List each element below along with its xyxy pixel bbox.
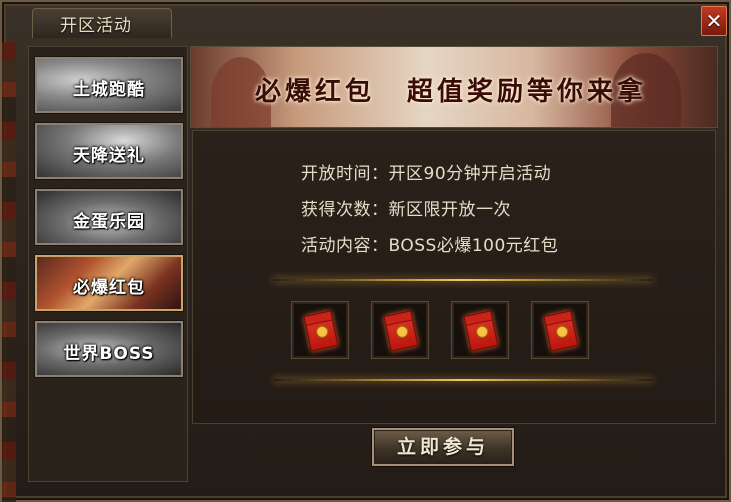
reward-slot[interactable]	[291, 301, 349, 359]
close-button[interactable]: ✕	[701, 6, 727, 36]
sidebar-item-red-packet[interactable]: 必爆红包	[35, 255, 183, 311]
info-content: 活动内容：BOSS必爆100元红包	[301, 231, 558, 256]
info-key: 获得次数：	[301, 200, 389, 220]
banner-headline: 必爆红包	[255, 77, 376, 107]
red-envelope-icon	[303, 310, 339, 352]
info-value: 新区限开放一次	[388, 200, 511, 220]
info-key: 开放时间：	[301, 164, 389, 184]
red-envelope-icon	[463, 310, 499, 352]
red-envelope-icon	[383, 310, 419, 352]
reward-slot[interactable]	[371, 301, 429, 359]
info-value: BOSS必爆100元红包	[388, 236, 559, 256]
activity-sidebar: 土城跑酷 天降送礼 金蛋乐园 必爆红包 世界BOSS	[28, 46, 188, 482]
info-panel: 开放时间：开区90分钟开启活动 获得次数：新区限开放一次 活动内容：BOSS必爆…	[192, 130, 716, 424]
info-value: 开区90分钟开启活动	[388, 164, 552, 184]
join-button[interactable]: 立即参与	[372, 428, 514, 466]
info-times: 获得次数：新区限开放一次	[301, 195, 511, 220]
divider-top	[273, 279, 653, 281]
reward-slot[interactable]	[531, 301, 589, 359]
background-edge	[2, 42, 16, 502]
sidebar-item-world-boss[interactable]: 世界BOSS	[35, 321, 183, 377]
sidebar-item-label: 金蛋乐园	[73, 212, 145, 232]
sidebar-item-parkour[interactable]: 土城跑酷	[35, 57, 183, 113]
sidebar-item-label: 天降送礼	[73, 146, 145, 166]
window-title: 开区活动	[60, 16, 132, 36]
banner-slogan: 超值奖励等你来拿	[407, 77, 648, 107]
sidebar-item-gift-drop[interactable]: 天降送礼	[35, 123, 183, 179]
event-banner: 必爆红包 超值奖励等你来拿	[190, 46, 718, 128]
reward-slot[interactable]	[451, 301, 509, 359]
info-open-time: 开放时间：开区90分钟开启活动	[301, 159, 551, 184]
sidebar-item-label: 世界BOSS	[63, 344, 155, 364]
sidebar-item-label: 土城跑酷	[73, 80, 145, 100]
event-window: 开区活动 ✕ 土城跑酷 天降送礼 金蛋乐园 必爆红包 世界BOSS 必爆红包 超…	[0, 0, 731, 502]
info-key: 活动内容：	[301, 236, 389, 256]
red-envelope-icon	[543, 310, 579, 352]
divider-bottom	[273, 379, 653, 381]
sidebar-item-golden-egg[interactable]: 金蛋乐园	[35, 189, 183, 245]
sidebar-item-label: 必爆红包	[73, 278, 145, 298]
